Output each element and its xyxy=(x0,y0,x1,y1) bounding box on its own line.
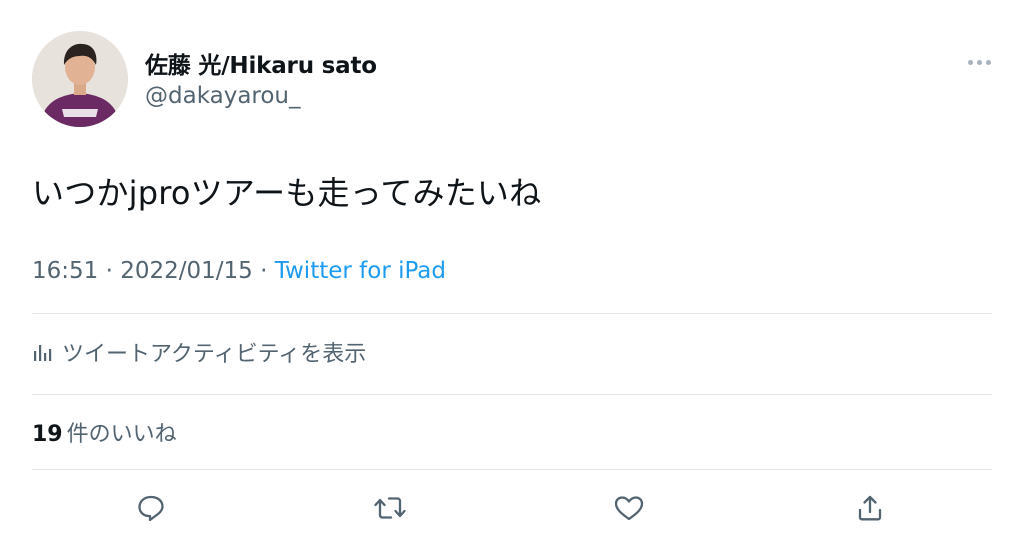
avatar[interactable] xyxy=(32,31,128,127)
avatar-image xyxy=(32,31,128,127)
tweet-meta: 16:51 · 2022/01/15 · Twitter for iPad xyxy=(32,258,446,284)
likes-count-link[interactable]: 19 件のいいね xyxy=(32,416,177,448)
more-dot xyxy=(976,59,982,65)
likes-count: 19 xyxy=(32,422,63,447)
user-handle[interactable]: @dakayarou_ xyxy=(145,83,301,109)
tweet-date[interactable]: 2022/01/15 xyxy=(120,258,253,284)
more-dots-icon xyxy=(967,59,973,65)
divider xyxy=(32,313,992,314)
divider xyxy=(32,469,992,470)
more-options-button[interactable] xyxy=(962,50,996,74)
tweet-time[interactable]: 16:51 xyxy=(32,258,98,284)
heart-icon xyxy=(614,496,644,521)
reply-icon xyxy=(138,495,164,522)
more-dot xyxy=(985,59,991,65)
retweet-icon xyxy=(374,497,406,519)
retweet-button[interactable] xyxy=(372,490,408,526)
analytics-icon xyxy=(34,345,52,361)
likes-label: 件のいいね xyxy=(66,422,177,447)
share-icon xyxy=(858,495,882,521)
tweet-source-link[interactable]: Twitter for iPad xyxy=(275,258,446,284)
tweet-activity-button[interactable]: ツイートアクティビティを表示 xyxy=(32,336,366,368)
share-button[interactable] xyxy=(852,490,888,526)
tweet-text: いつかjproツアーも走ってみたいね xyxy=(32,174,542,212)
tweet-activity-label: ツイートアクティビティを表示 xyxy=(62,342,367,367)
meta-separator: · xyxy=(252,258,275,284)
reply-button[interactable] xyxy=(133,490,169,526)
divider xyxy=(32,394,992,395)
display-name[interactable]: 佐藤 光/Hikaru sato xyxy=(145,46,377,80)
meta-separator: · xyxy=(98,258,121,284)
like-button[interactable] xyxy=(611,490,647,526)
